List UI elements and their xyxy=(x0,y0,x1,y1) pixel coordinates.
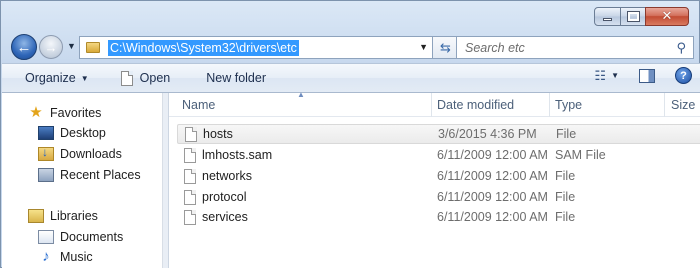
desktop-icon xyxy=(38,126,54,140)
refresh-icon: ⇆ xyxy=(440,39,451,55)
minimize-button[interactable] xyxy=(594,7,621,26)
sort-ascending-icon: ▲ xyxy=(297,90,305,99)
sidebar-item-music[interactable]: ♪ Music xyxy=(38,248,93,265)
new-folder-button[interactable]: New folder xyxy=(199,66,273,90)
file-row-lmhosts[interactable]: lmhosts.sam 6/11/2009 12:00 AM SAM File xyxy=(177,145,700,165)
maximize-icon xyxy=(626,11,640,22)
close-button[interactable]: ✕ xyxy=(645,7,689,26)
navigation-pane: ★ Favorites Desktop Downloads Recent Pla… xyxy=(2,93,163,268)
file-date: 6/11/2009 12:00 AM xyxy=(437,210,548,224)
view-controls: ☷ ▼ ? xyxy=(594,67,692,84)
sidebar-item-label: Documents xyxy=(60,230,124,244)
file-name: networks xyxy=(202,169,253,183)
recent-pages-dropdown[interactable]: ▼ xyxy=(67,41,76,51)
file-name: lmhosts.sam xyxy=(202,148,273,162)
file-name: protocol xyxy=(202,190,247,204)
sidebar-item-libraries[interactable]: Libraries xyxy=(28,209,98,223)
open-button[interactable]: Open xyxy=(114,66,178,90)
file-type: File xyxy=(556,127,577,141)
file-date: 6/11/2009 12:00 AM xyxy=(437,148,548,162)
organize-button[interactable]: Organize ▼ xyxy=(18,66,96,90)
file-icon xyxy=(184,209,196,225)
refresh-button[interactable]: ⇆ xyxy=(432,37,458,58)
star-icon: ★ xyxy=(29,104,43,121)
sidebar-item-desktop[interactable]: Desktop xyxy=(38,126,106,140)
sidebar-item-recent-places[interactable]: Recent Places xyxy=(38,168,141,182)
file-type: File xyxy=(555,210,576,224)
preview-pane-icon[interactable] xyxy=(639,68,655,83)
documents-icon xyxy=(38,230,54,244)
document-icon xyxy=(120,70,133,86)
downloads-icon xyxy=(38,145,54,161)
forward-button[interactable]: → xyxy=(39,35,63,59)
file-icon xyxy=(185,126,197,142)
file-row-services[interactable]: services 6/11/2009 12:00 AM File xyxy=(177,207,700,227)
search-input[interactable]: Search etc xyxy=(465,41,525,55)
open-label: Open xyxy=(139,71,171,85)
sidebar-item-label: Music xyxy=(60,250,93,264)
organize-label: Organize xyxy=(25,71,76,85)
folder-icon xyxy=(86,42,100,53)
help-icon[interactable]: ? xyxy=(675,67,692,84)
caption-buttons: ✕ xyxy=(594,7,689,27)
sidebar-item-label: Downloads xyxy=(60,147,122,161)
sidebar-item-label: Recent Places xyxy=(60,168,141,182)
minimize-icon xyxy=(603,18,612,21)
back-arrow-icon: ← xyxy=(16,38,32,56)
file-date: 6/11/2009 12:00 AM xyxy=(437,190,548,204)
sidebar-item-label: Libraries xyxy=(50,209,98,223)
column-header-name[interactable]: Name xyxy=(182,98,215,116)
file-row-networks[interactable]: networks 6/11/2009 12:00 AM File xyxy=(177,166,700,186)
file-type: File xyxy=(555,190,576,204)
back-button[interactable]: ← xyxy=(11,34,37,60)
file-date: 6/11/2009 12:00 AM xyxy=(437,169,548,183)
sidebar-item-label: Favorites xyxy=(50,106,102,120)
sidebar-item-documents[interactable]: Documents xyxy=(38,230,123,244)
music-icon: ♪ xyxy=(42,248,50,265)
command-bar: Organize ▼ Open New folder ☷ ▼ ? xyxy=(2,63,700,93)
file-name: hosts xyxy=(203,127,233,141)
new-folder-label: New folder xyxy=(206,71,266,85)
sidebar-item-favorites[interactable]: ★ Favorites xyxy=(28,104,102,121)
address-bar[interactable]: C:\Windows\System32\drivers\etc ▼ ⇆ xyxy=(79,36,459,59)
file-icon xyxy=(184,147,196,163)
file-icon xyxy=(184,189,196,205)
recent-places-icon xyxy=(38,168,54,182)
column-divider[interactable] xyxy=(549,93,550,117)
forward-arrow-icon: → xyxy=(44,39,58,55)
address-history-dropdown[interactable]: ▼ xyxy=(419,42,428,52)
chevron-down-icon: ▼ xyxy=(80,73,89,83)
column-header-date[interactable]: Date modified xyxy=(437,98,514,116)
address-path[interactable]: C:\Windows\System32\drivers\etc xyxy=(108,39,299,56)
column-headers: ▲ Name Date modified Type Size xyxy=(169,90,700,117)
column-divider[interactable] xyxy=(664,93,665,117)
file-type: SAM File xyxy=(555,148,606,162)
close-icon: ✕ xyxy=(661,9,673,24)
chevron-down-icon[interactable]: ▼ xyxy=(611,71,619,80)
column-header-size[interactable]: Size xyxy=(671,98,695,116)
file-name: services xyxy=(202,210,248,224)
column-divider[interactable] xyxy=(431,93,432,117)
file-date: 3/6/2015 4:36 PM xyxy=(438,127,537,141)
explorer-window: ✕ ← → ▼ C:\Windows\System32\drivers\etc … xyxy=(0,0,700,268)
sidebar-item-label: Desktop xyxy=(60,126,106,140)
file-type: File xyxy=(555,169,576,183)
search-box[interactable]: Search etc ⚲ xyxy=(456,36,694,59)
file-row-protocol[interactable]: protocol 6/11/2009 12:00 AM File xyxy=(177,187,700,207)
column-header-type[interactable]: Type xyxy=(555,98,582,116)
file-icon xyxy=(184,168,196,184)
file-list: ▲ Name Date modified Type Size hosts 3/6… xyxy=(169,90,700,268)
sidebar-item-downloads[interactable]: Downloads xyxy=(38,145,122,161)
search-icon[interactable]: ⚲ xyxy=(676,40,686,56)
libraries-icon xyxy=(28,209,44,223)
file-row-hosts[interactable]: hosts 3/6/2015 4:36 PM File xyxy=(177,124,700,144)
view-options-icon[interactable]: ☷ xyxy=(594,68,606,84)
navigation-bar: ← → ▼ C:\Windows\System32\drivers\etc ▼ … xyxy=(9,34,694,60)
maximize-button[interactable] xyxy=(620,7,646,26)
